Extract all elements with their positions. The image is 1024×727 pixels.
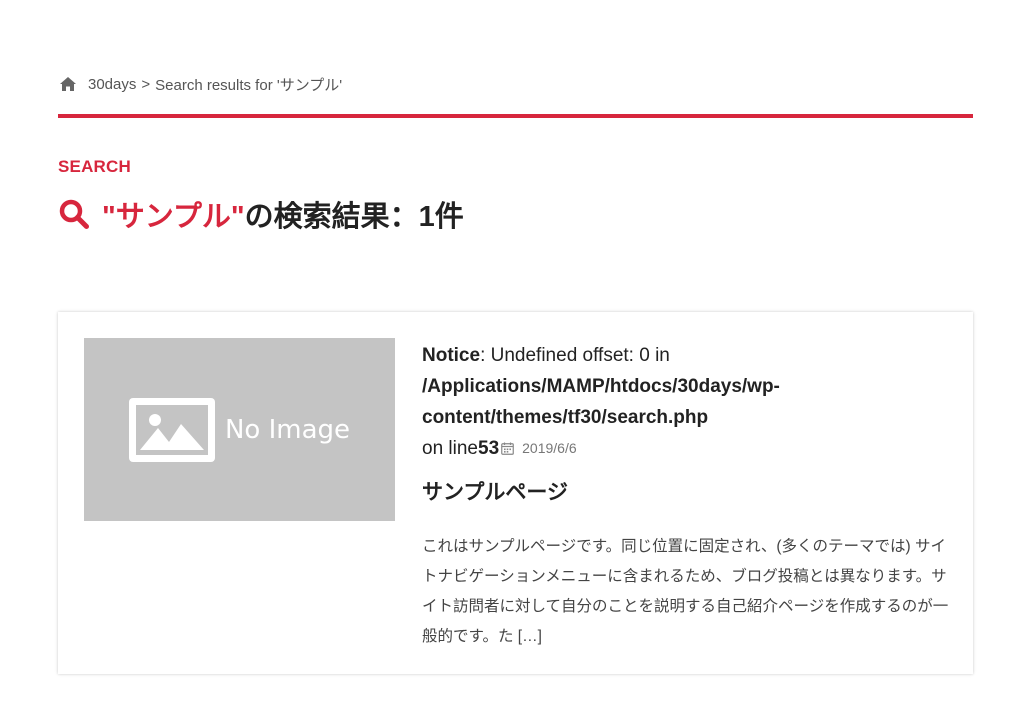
header-divider	[58, 114, 973, 118]
thumbnail-placeholder[interactable]: No Image	[84, 338, 395, 521]
notice-on-line: on line	[422, 438, 478, 459]
post-excerpt: これはサンプルページです。同じ位置に固定され、(多くのテーマでは) サイトナビゲ…	[422, 538, 949, 646]
search-query: "サンプル"	[102, 201, 245, 233]
notice-line-number: 53	[478, 438, 500, 459]
page: 30days > Search results for 'サンプル' SEARC…	[0, 0, 1024, 727]
notice-message: : Undefined offset: 0 in	[480, 345, 670, 366]
notice-label: Notice	[422, 345, 481, 366]
post-title[interactable]: サンプルページ	[422, 478, 952, 508]
result-body: Notice: Undefined offset: 0 in /Applicat…	[422, 340, 952, 652]
home-icon[interactable]	[59, 76, 77, 92]
no-image-label: No Image	[224, 414, 351, 445]
result-count-text: の検索結果：1件	[244, 201, 464, 233]
calendar-icon	[501, 442, 514, 456]
image-icon	[128, 397, 215, 462]
search-icon	[58, 198, 90, 230]
breadcrumb: 30days > Search results for 'サンプル'	[59, 73, 342, 95]
php-notice: Notice: Undefined offset: 0 in /Applicat…	[422, 340, 952, 464]
notice-path: /Applications/MAMP/htdocs/30days/wp-cont…	[422, 376, 780, 428]
post-date: 2019/6/6	[501, 433, 577, 464]
breadcrumb-home-link[interactable]: 30days	[88, 76, 136, 93]
page-title: "サンプル" の検索結果：1件	[58, 192, 464, 236]
section-label: SEARCH	[58, 157, 131, 176]
breadcrumb-current: Search results for 'サンプル'	[155, 76, 343, 94]
breadcrumb-separator: >	[141, 75, 151, 93]
post-date-text: 2019/6/6	[522, 440, 577, 457]
search-result-card[interactable]: No Image Notice: Undefined offset: 0 in …	[58, 312, 973, 674]
